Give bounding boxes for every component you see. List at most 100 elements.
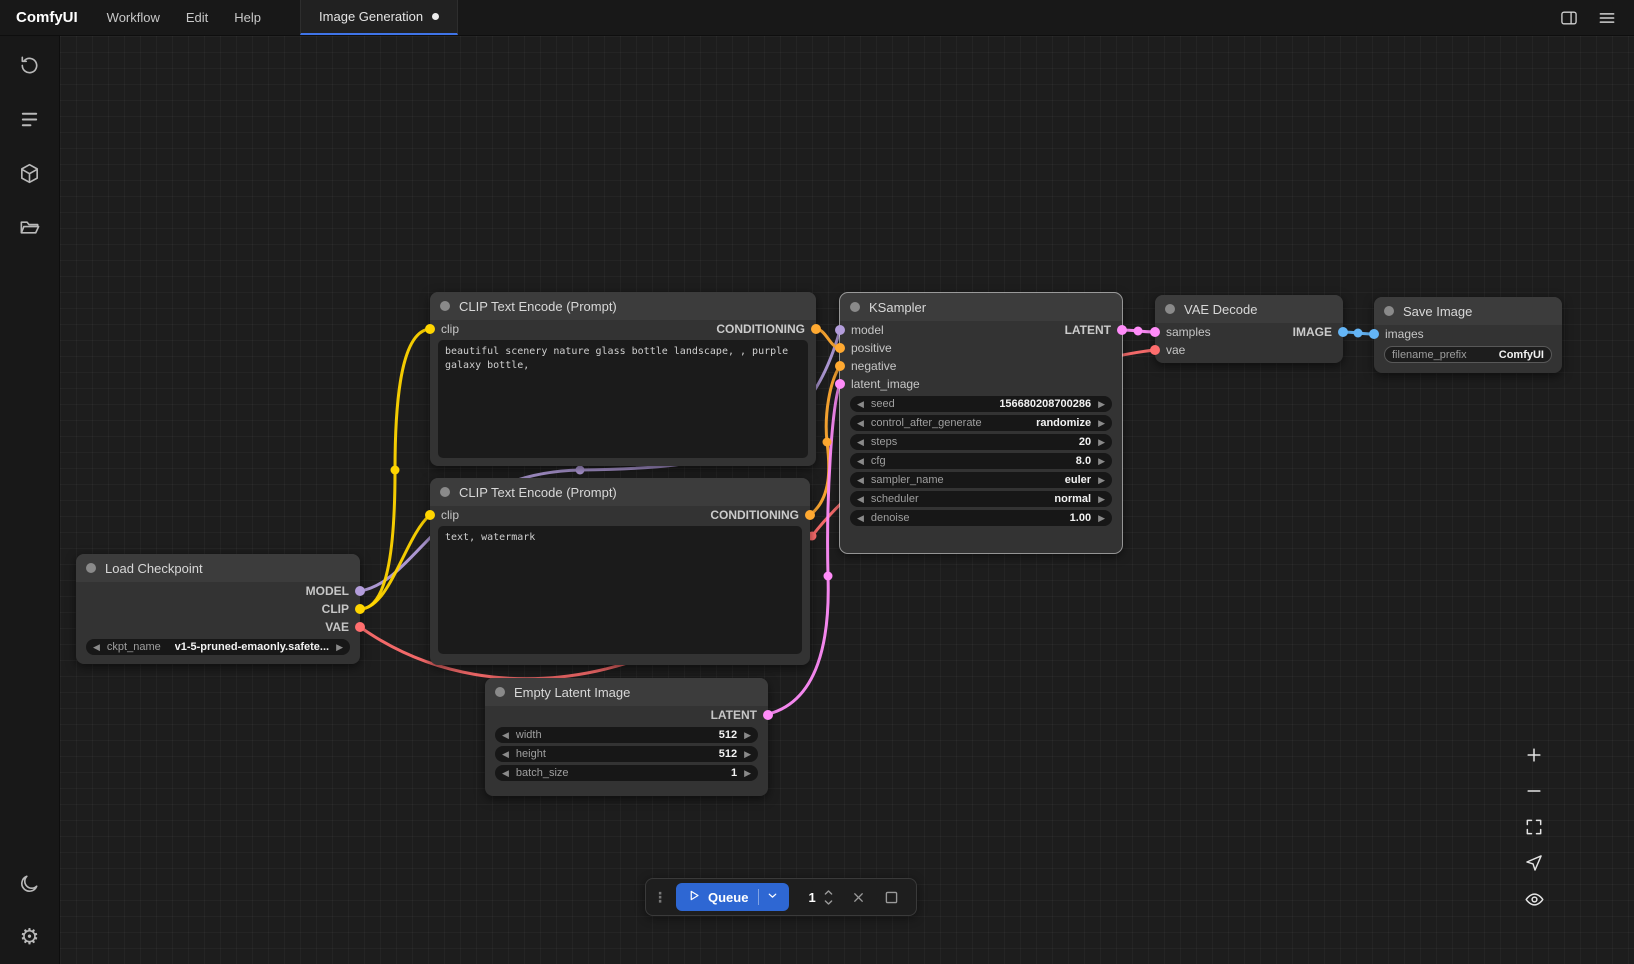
model-output-port[interactable]: [355, 586, 365, 596]
collapse-dot[interactable]: [86, 563, 96, 573]
increment-arrow-icon[interactable]: [1098, 472, 1105, 488]
chevron-down-icon[interactable]: [766, 889, 779, 905]
decrement-arrow-icon[interactable]: [857, 415, 864, 431]
collapse-dot[interactable]: [440, 487, 450, 497]
drag-handle-icon[interactable]: ⋮: [653, 889, 667, 906]
increment-arrow-icon[interactable]: [1098, 453, 1105, 469]
node-ksampler[interactable]: KSampler model LATENT positive negative …: [840, 293, 1122, 553]
workflow-history-icon[interactable]: [17, 52, 43, 78]
latent-output-port[interactable]: [763, 710, 773, 720]
conditioning-output-port[interactable]: [811, 324, 821, 334]
ckpt-name-widget[interactable]: ckpt_name v1-5-pruned-emaonly.safete...: [86, 639, 350, 655]
control-after-generate-widget[interactable]: control_after_generate randomize: [850, 415, 1112, 431]
decrement-arrow-icon[interactable]: [857, 396, 864, 412]
menu-workflow[interactable]: Workflow: [94, 0, 173, 35]
model-library-cube-icon[interactable]: [17, 160, 43, 186]
decrement-arrow-icon[interactable]: [502, 765, 509, 781]
node-save-image[interactable]: Save Image images filename_prefix ComfyU…: [1374, 297, 1562, 373]
collapse-dot[interactable]: [850, 302, 860, 312]
toggle-visibility-eye-icon[interactable]: [1522, 888, 1546, 910]
node-header[interactable]: CLIP Text Encode (Prompt): [430, 478, 810, 506]
clip-input-port[interactable]: [425, 510, 435, 520]
decrement-arrow-icon[interactable]: [857, 510, 864, 526]
sampler-name-widget[interactable]: sampler_name euler: [850, 472, 1112, 488]
batch-count-stepper[interactable]: 1: [798, 883, 837, 911]
vae-input-port[interactable]: [1150, 345, 1160, 355]
increment-arrow-icon[interactable]: [744, 765, 751, 781]
node-vae-decode[interactable]: VAE Decode samples IMAGE vae: [1155, 295, 1343, 363]
decrement-arrow-icon[interactable]: [857, 434, 864, 450]
conditioning-output-port[interactable]: [805, 510, 815, 520]
stop-square-icon[interactable]: [880, 885, 904, 909]
clip-input-port[interactable]: [425, 324, 435, 334]
seed-widget[interactable]: seed 156680208700286: [850, 396, 1112, 412]
node-canvas[interactable]: Load Checkpoint MODEL CLIP VAE ckpt_name…: [60, 36, 1634, 964]
node-clip-text-encode-positive[interactable]: CLIP Text Encode (Prompt) clip CONDITION…: [430, 292, 816, 466]
queue-button[interactable]: Queue: [676, 883, 789, 911]
decrement-arrow-icon[interactable]: [857, 472, 864, 488]
node-empty-latent-image[interactable]: Empty Latent Image LATENT width 512 heig…: [485, 678, 768, 796]
menu-help[interactable]: Help: [221, 0, 274, 35]
stepper-up-icon[interactable]: [823, 889, 834, 896]
batch-size-widget[interactable]: batch_size 1: [495, 765, 758, 781]
samples-input-port[interactable]: [1150, 327, 1160, 337]
node-header[interactable]: Empty Latent Image: [485, 678, 768, 706]
fit-view-icon[interactable]: [1522, 816, 1546, 838]
workflows-folder-icon[interactable]: [17, 214, 43, 240]
decrement-arrow-icon[interactable]: [502, 727, 509, 743]
collapse-dot[interactable]: [495, 687, 505, 697]
queue-list-icon[interactable]: [17, 106, 43, 132]
increment-arrow-icon[interactable]: [744, 746, 751, 762]
node-header[interactable]: Load Checkpoint: [76, 554, 360, 582]
cfg-widget[interactable]: cfg 8.0: [850, 453, 1112, 469]
collapse-dot[interactable]: [440, 301, 450, 311]
node-clip-text-encode-negative[interactable]: CLIP Text Encode (Prompt) clip CONDITION…: [430, 478, 810, 665]
latent-output-port[interactable]: [1117, 325, 1127, 335]
latent-image-input-port[interactable]: [835, 379, 845, 389]
node-header[interactable]: Save Image: [1374, 297, 1562, 325]
decrement-arrow-icon[interactable]: [502, 746, 509, 762]
increment-arrow-icon[interactable]: [1098, 510, 1105, 526]
zoom-in-icon[interactable]: [1522, 744, 1546, 766]
image-output-port[interactable]: [1338, 327, 1348, 337]
height-widget[interactable]: height 512: [495, 746, 758, 762]
positive-input-port[interactable]: [835, 343, 845, 353]
increment-arrow-icon[interactable]: [1098, 415, 1105, 431]
filename-prefix-widget[interactable]: filename_prefix ComfyUI: [1384, 346, 1552, 363]
stepper-down-icon[interactable]: [823, 899, 834, 906]
theme-moon-icon[interactable]: [17, 870, 43, 896]
node-header[interactable]: CLIP Text Encode (Prompt): [430, 292, 816, 320]
increment-arrow-icon[interactable]: [336, 639, 343, 655]
clear-queue-x-icon[interactable]: [847, 885, 871, 909]
vae-output-port[interactable]: [355, 622, 365, 632]
node-header[interactable]: KSampler: [840, 293, 1122, 321]
width-widget[interactable]: width 512: [495, 727, 758, 743]
increment-arrow-icon[interactable]: [1098, 491, 1105, 507]
increment-arrow-icon[interactable]: [1098, 396, 1105, 412]
panel-toggle-icon[interactable]: [1554, 5, 1584, 31]
node-load-checkpoint[interactable]: Load Checkpoint MODEL CLIP VAE ckpt_name…: [76, 554, 360, 664]
decrement-arrow-icon[interactable]: [857, 453, 864, 469]
menu-edit[interactable]: Edit: [173, 0, 221, 35]
increment-arrow-icon[interactable]: [744, 727, 751, 743]
negative-input-port[interactable]: [835, 361, 845, 371]
increment-arrow-icon[interactable]: [1098, 434, 1105, 450]
pan-pointer-icon[interactable]: [1522, 852, 1546, 874]
decrement-arrow-icon[interactable]: [93, 639, 100, 655]
images-input-port[interactable]: [1369, 329, 1379, 339]
tab-image-generation[interactable]: Image Generation: [300, 0, 458, 35]
denoise-widget[interactable]: denoise 1.00: [850, 510, 1112, 526]
prompt-textarea[interactable]: text, watermark: [438, 526, 802, 654]
zoom-out-icon[interactable]: [1522, 780, 1546, 802]
hamburger-menu-icon[interactable]: [1592, 5, 1622, 31]
clip-output-port[interactable]: [355, 604, 365, 614]
scheduler-widget[interactable]: scheduler normal: [850, 491, 1112, 507]
collapse-dot[interactable]: [1165, 304, 1175, 314]
prompt-textarea[interactable]: beautiful scenery nature glass bottle la…: [438, 340, 808, 458]
node-header[interactable]: VAE Decode: [1155, 295, 1343, 323]
batch-count-value[interactable]: 1: [808, 890, 815, 905]
model-input-port[interactable]: [835, 325, 845, 335]
decrement-arrow-icon[interactable]: [857, 491, 864, 507]
settings-gear-icon[interactable]: ⚙: [17, 924, 43, 950]
collapse-dot[interactable]: [1384, 306, 1394, 316]
